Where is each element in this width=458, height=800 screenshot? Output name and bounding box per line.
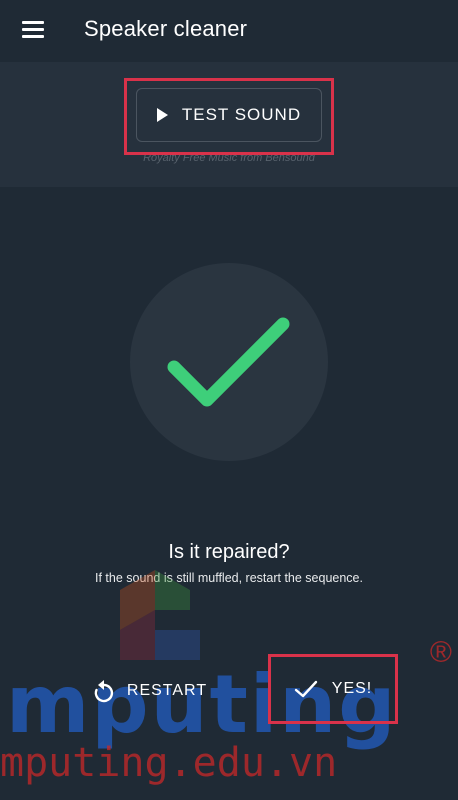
repair-question: Is it repaired?: [168, 541, 290, 563]
status-circle: [130, 263, 328, 461]
restart-icon: [94, 680, 113, 703]
restart-label: RESTART: [126, 682, 208, 699]
yes-highlight: [268, 654, 398, 724]
checkmark-icon: [167, 317, 290, 407]
repair-hint: If the sound is still muffled, restart t…: [95, 571, 363, 585]
restart-button[interactable]: RESTART: [80, 665, 220, 717]
app-bar: Speaker cleaner: [0, 0, 458, 62]
watermark-logo-icon: [120, 570, 200, 660]
watermark-registered: ®: [429, 636, 452, 669]
test-sound-highlight: [124, 78, 334, 155]
watermark-domain: mputing.edu.vn: [0, 740, 338, 786]
page-title: Speaker cleaner: [84, 16, 248, 41]
menu-icon[interactable]: [22, 21, 44, 38]
